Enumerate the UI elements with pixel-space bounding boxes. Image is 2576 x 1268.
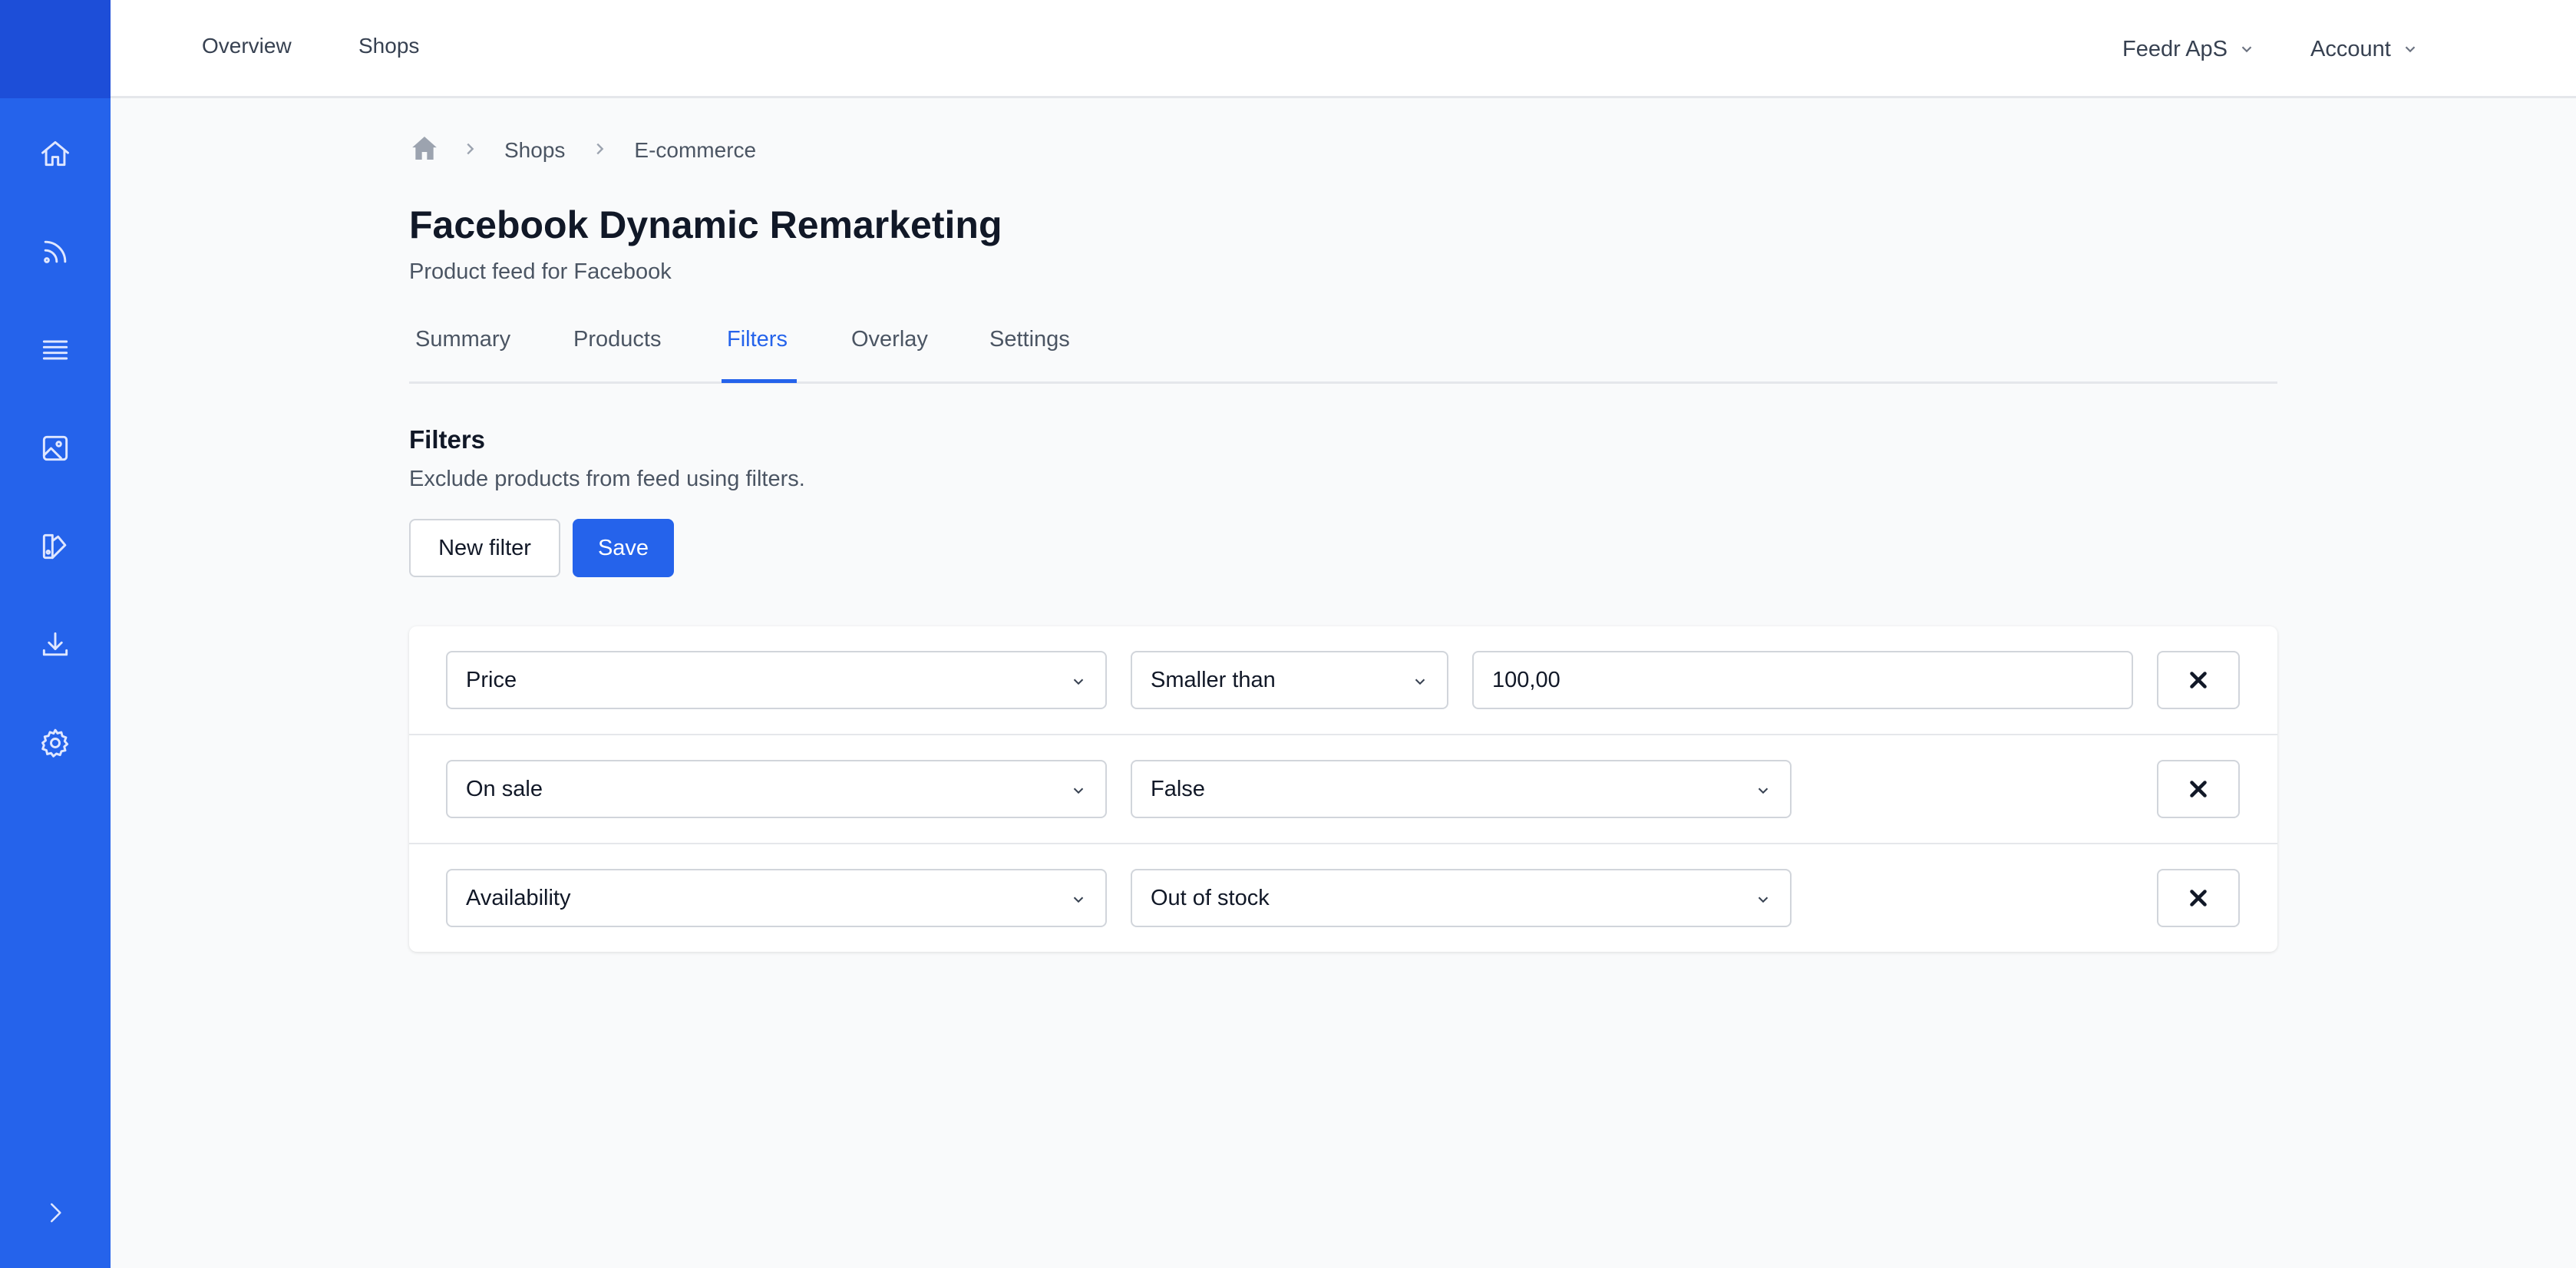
home-icon bbox=[412, 136, 437, 160]
sidebar-item-feeds[interactable] bbox=[0, 203, 111, 301]
tab-settings[interactable]: Settings bbox=[989, 327, 1070, 352]
chevron-down-icon bbox=[2405, 46, 2416, 53]
close-icon bbox=[2190, 890, 2207, 906]
sidebar-item-overlay[interactable] bbox=[0, 497, 111, 596]
list-icon bbox=[42, 340, 68, 360]
remove-filter-button[interactable] bbox=[2157, 760, 2240, 818]
page-subtitle: Product feed for Facebook bbox=[409, 259, 672, 284]
org-label: Feedr ApS bbox=[2122, 36, 2228, 61]
sidebar-item-list[interactable] bbox=[0, 301, 111, 399]
account-menu[interactable]: Account bbox=[2310, 0, 2419, 98]
sidebar-logo-area bbox=[0, 0, 111, 98]
active-tab-indicator bbox=[722, 379, 797, 383]
chevron-right-icon bbox=[591, 138, 608, 163]
chevron-down-icon bbox=[2241, 46, 2252, 53]
chevron-down-icon bbox=[1073, 788, 1084, 794]
remove-filter-button[interactable] bbox=[2157, 651, 2240, 709]
tab-products[interactable]: Products bbox=[573, 327, 661, 352]
chevron-down-icon bbox=[1073, 679, 1084, 685]
page-title: Facebook Dynamic Remarketing bbox=[409, 203, 1002, 246]
filter-field-select[interactable]: Availability bbox=[446, 869, 1107, 927]
chevron-right-icon bbox=[50, 1203, 61, 1223]
save-button[interactable]: Save bbox=[573, 519, 674, 577]
download-icon bbox=[42, 632, 68, 656]
tab-bar: Summary Products Filters Overlay Setting… bbox=[409, 307, 2277, 384]
tab-filters[interactable]: Filters bbox=[727, 327, 788, 352]
image-icon bbox=[42, 435, 68, 461]
chevron-down-icon bbox=[1073, 897, 1084, 903]
breadcrumb-current[interactable]: E-commerce bbox=[634, 138, 756, 163]
filter-operator-select[interactable]: Smaller than bbox=[1131, 651, 1448, 709]
feed-icon bbox=[44, 240, 67, 263]
sidebar-item-settings[interactable] bbox=[0, 694, 111, 792]
filter-field-select[interactable]: On sale bbox=[446, 760, 1107, 818]
chevron-down-icon bbox=[1758, 897, 1769, 903]
filter-value-select[interactable]: Out of stock bbox=[1131, 869, 1792, 927]
filter-value-text: False bbox=[1151, 776, 1205, 801]
sidebar-item-images[interactable] bbox=[0, 399, 111, 497]
filter-row: On sale False bbox=[409, 735, 2277, 844]
home-icon bbox=[41, 140, 69, 167]
filter-value-text: 100,00 bbox=[1492, 667, 1560, 692]
chevron-down-icon bbox=[1415, 679, 1425, 685]
filter-value-select[interactable]: False bbox=[1131, 760, 1792, 818]
sidebar-item-home[interactable] bbox=[0, 104, 111, 203]
tab-summary[interactable]: Summary bbox=[415, 327, 510, 352]
gear-icon bbox=[41, 728, 69, 758]
filter-field-value: Availability bbox=[466, 885, 571, 910]
sidebar-expand-button[interactable] bbox=[0, 1164, 111, 1262]
filters-description: Exclude products from feed using filters… bbox=[409, 467, 805, 491]
filter-row: Price Smaller than 100,00 bbox=[409, 626, 2277, 735]
sidebar-item-export[interactable] bbox=[0, 596, 111, 694]
chevron-right-icon bbox=[461, 138, 478, 163]
remove-filter-button[interactable] bbox=[2157, 869, 2240, 927]
breadcrumb: Shops E-commerce bbox=[409, 132, 756, 169]
filter-operator-value: Smaller than bbox=[1151, 667, 1276, 692]
breadcrumb-shops[interactable]: Shops bbox=[504, 138, 565, 163]
topnav-overview[interactable]: Overview bbox=[202, 34, 292, 58]
filters-card: Price Smaller than 100,00 On sale False bbox=[409, 626, 2277, 952]
chevron-down-icon bbox=[1758, 788, 1769, 794]
topnav-shops[interactable]: Shops bbox=[358, 34, 419, 58]
filter-value-text: Out of stock bbox=[1151, 885, 1270, 910]
filter-field-value: On sale bbox=[466, 776, 543, 801]
filter-field-value: Price bbox=[466, 667, 517, 692]
swatch-icon bbox=[42, 533, 67, 560]
close-icon bbox=[2190, 781, 2207, 797]
top-bar: Overview Shops Feedr ApS Account bbox=[111, 0, 2576, 98]
filter-row: Availability Out of stock bbox=[409, 844, 2277, 953]
sidebar bbox=[0, 0, 111, 1268]
new-filter-button[interactable]: New filter bbox=[409, 519, 560, 577]
tab-overlay[interactable]: Overlay bbox=[851, 327, 928, 352]
filter-field-select[interactable]: Price bbox=[446, 651, 1107, 709]
breadcrumb-home[interactable] bbox=[409, 133, 440, 169]
close-icon bbox=[2190, 672, 2207, 688]
filters-title: Filters bbox=[409, 425, 486, 454]
filter-value-input[interactable]: 100,00 bbox=[1472, 651, 2133, 709]
account-label: Account bbox=[2310, 36, 2391, 61]
org-switcher[interactable]: Feedr ApS bbox=[2122, 0, 2255, 98]
